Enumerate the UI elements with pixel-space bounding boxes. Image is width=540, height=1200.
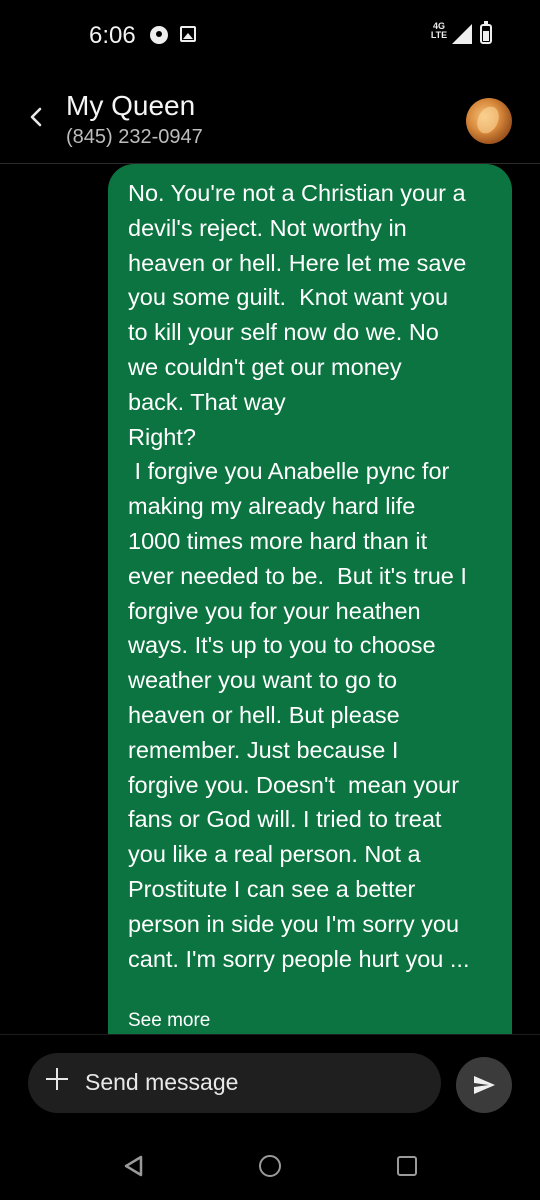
message-line: making my already hard life [128, 493, 416, 520]
message-line: forgive you. Doesn't mean your [128, 771, 460, 798]
message-line: I forgive you Anabelle pync for [128, 458, 450, 485]
contact-avatar[interactable] [466, 98, 512, 144]
message-composer: Send message [0, 1034, 540, 1134]
send-icon [474, 1076, 495, 1094]
message-line: forgive you for your heathen [128, 597, 421, 624]
battery-icon [480, 21, 492, 44]
message-line: we couldn't get our money [128, 353, 402, 380]
message-line: you some guilt. Knot want you [128, 284, 449, 311]
message-line: weather you want to go to [128, 667, 398, 694]
send-button[interactable] [456, 1057, 512, 1113]
status-bar: 6:06 4G LTE [0, 0, 540, 72]
nav-home-icon[interactable] [259, 1155, 281, 1177]
back-button[interactable] [24, 102, 48, 132]
plus-icon[interactable] [46, 1068, 68, 1090]
nav-recents-icon[interactable] [397, 1156, 417, 1176]
message-line: 1000 times more hard than it [128, 527, 428, 554]
message-input-placeholder: Send message [85, 1069, 239, 1095]
conversation-header: My Queen (845) 232-0947 [0, 72, 540, 164]
signal-icon [452, 24, 472, 44]
chevron-left-icon [30, 107, 42, 127]
message-line: back. That way [128, 388, 286, 415]
contact-number[interactable]: (845) 232-0947 [66, 126, 203, 149]
message-line: heaven or hell. Here let me save [128, 249, 467, 276]
message-input[interactable]: Send message [28, 1053, 441, 1113]
message-text: No. You're not a Christian your a devil's… [128, 176, 504, 976]
system-nav-bar [0, 1134, 540, 1200]
sent-message-bubble[interactable]: No. You're not a Christian your a devil's… [108, 164, 512, 1034]
message-line: remember. Just because I [128, 736, 399, 763]
message-line: devil's reject. Not worthy in [128, 214, 407, 241]
message-line: Prostitute I can see a better [128, 875, 416, 902]
message-line: No. You're not a Christian your a [128, 180, 466, 206]
message-line: Right? [128, 423, 196, 450]
message-line: fans or God will. I tried to treat [128, 806, 442, 833]
message-line: ever needed to be. But it's true I [128, 562, 467, 589]
nav-back-icon[interactable] [122, 1154, 144, 1178]
message-line: you like a real person. Not a [128, 841, 421, 868]
message-line: cant. I'm sorry people hurt you ... [128, 945, 470, 972]
status-time: 6:06 [89, 22, 136, 49]
network-type-label: 4G LTE [430, 21, 448, 40]
message-notification-icon [150, 26, 168, 44]
message-line: to kill your self now do we. No [128, 319, 439, 346]
message-line: heaven or hell. But please [128, 701, 400, 728]
gallery-icon [180, 26, 196, 42]
contact-name[interactable]: My Queen [66, 90, 195, 122]
see-more-link[interactable]: See more [128, 1010, 210, 1032]
message-line: ways. It's up to you to choose [128, 632, 436, 659]
message-line: person in side you I'm sorry you [128, 910, 460, 937]
